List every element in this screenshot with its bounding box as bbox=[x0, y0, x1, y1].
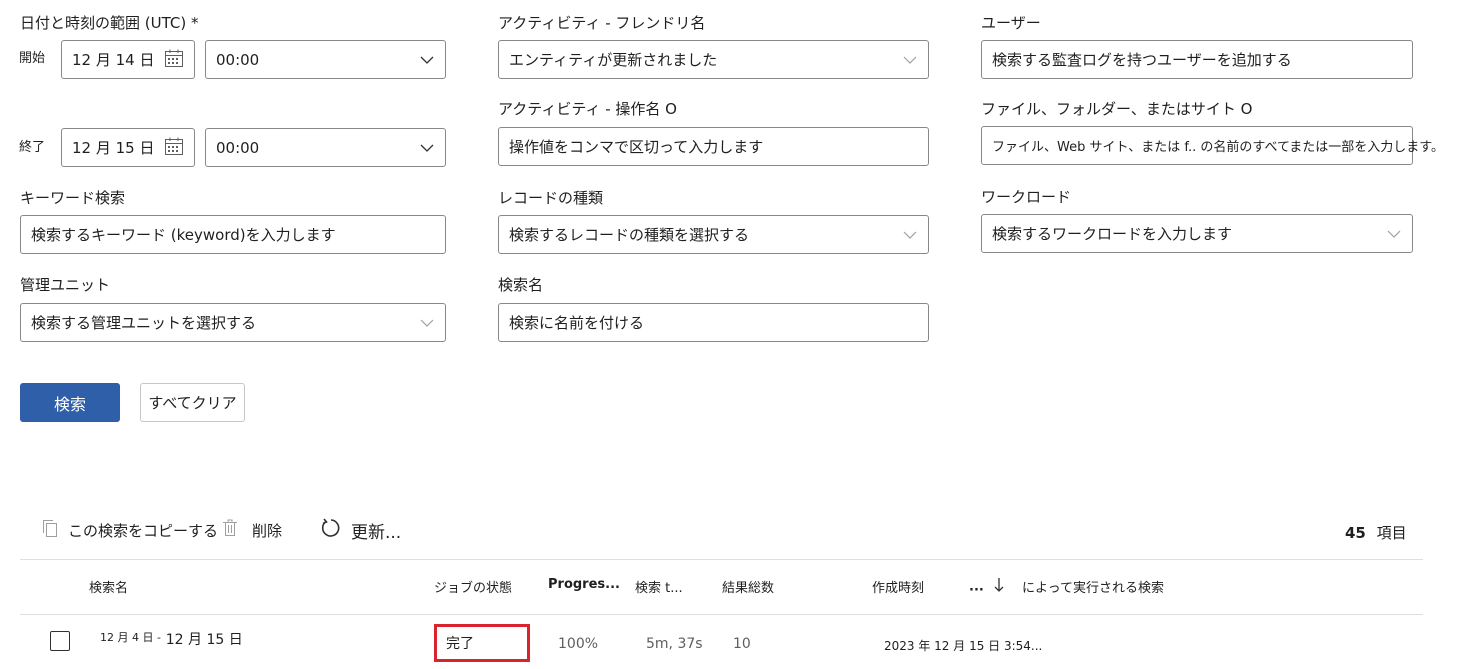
activity-operation-placeholder: 操作値をコンマで区切って入力します bbox=[509, 138, 764, 156]
delete-button[interactable]: 削除 bbox=[220, 518, 282, 542]
chevron-down-icon bbox=[419, 315, 435, 331]
refresh-button[interactable]: 更新... bbox=[319, 516, 401, 545]
sort-down-arrow-icon bbox=[994, 577, 1004, 597]
end-date-picker[interactable]: 12 月 15 日 bbox=[61, 128, 195, 167]
files-placeholder: ファイル、Web サイト、または f.. の名前のすべてまたは一部を入力します。 bbox=[992, 140, 1444, 155]
column-header-progress[interactable]: Progres... bbox=[548, 577, 620, 592]
clear-all-button[interactable]: すべてクリア bbox=[140, 383, 245, 422]
column-header-sort[interactable]: ... bbox=[969, 577, 1004, 597]
item-count-number: 45 bbox=[1345, 524, 1366, 542]
column-header-run-by[interactable]: によって実行される検索 bbox=[1022, 577, 1164, 596]
column-header-total-results[interactable]: 結果総数 bbox=[722, 577, 774, 596]
column-header-created[interactable]: 作成時刻 bbox=[872, 577, 924, 596]
start-date-value: 12 月 14 日 bbox=[72, 51, 155, 69]
end-time-select[interactable]: 00:00 bbox=[205, 128, 446, 167]
activity-friendly-value: エンティティが更新されました bbox=[509, 51, 718, 69]
column-header-sort-label: ... bbox=[969, 579, 984, 595]
activity-friendly-label: アクティビティ - フレンドリ名 bbox=[498, 14, 706, 32]
item-count-unit: 項目 bbox=[1376, 524, 1407, 542]
table-row[interactable]: 12 月 4 日 - 12 月 15 日 完了 100% 5m, 37s 10 … bbox=[20, 615, 1423, 669]
row-progress: 100% bbox=[558, 636, 599, 652]
search-name-placeholder: 検索に名前を付ける bbox=[509, 314, 645, 332]
item-count: 45 項目 bbox=[1345, 522, 1407, 543]
workload-placeholder: 検索するワークロードを入力します bbox=[992, 225, 1233, 243]
row-status: 完了 bbox=[434, 624, 530, 662]
column-header-search-time[interactable]: 検索 t... bbox=[635, 577, 683, 596]
row-name-prefix: 12 月 4 日 - bbox=[100, 631, 161, 644]
admin-unit-label: 管理ユニット bbox=[20, 276, 111, 294]
trash-icon bbox=[220, 518, 240, 542]
start-label: 開始 bbox=[19, 51, 46, 66]
calendar-icon[interactable] bbox=[164, 136, 184, 160]
files-label: ファイル、フォルダー、またはサイト O bbox=[981, 100, 1253, 118]
table-top-divider bbox=[20, 559, 1423, 560]
refresh-label: 更新... bbox=[351, 523, 402, 543]
keyword-label: キーワード検索 bbox=[20, 189, 126, 207]
end-date-value: 12 月 15 日 bbox=[72, 139, 155, 157]
row-checkbox[interactable] bbox=[50, 631, 70, 651]
row-total-results: 10 bbox=[733, 636, 751, 652]
activity-friendly-select[interactable]: エンティティが更新されました bbox=[498, 40, 929, 79]
workload-label: ワークロード bbox=[981, 188, 1072, 206]
start-time-value: 00:00 bbox=[216, 50, 260, 69]
keyword-placeholder: 検索するキーワード (keyword)を入力します bbox=[31, 226, 336, 244]
users-placeholder: 検索する監査ログを持つユーザーを追加する bbox=[992, 51, 1292, 69]
admin-unit-select[interactable]: 検索する管理ユニットを選択する bbox=[20, 303, 446, 342]
record-type-placeholder: 検索するレコードの種類を選択する bbox=[509, 226, 750, 244]
chevron-down-icon bbox=[419, 140, 435, 156]
chevron-down-icon bbox=[902, 52, 918, 68]
workload-select[interactable]: 検索するワークロードを入力します bbox=[981, 214, 1413, 253]
record-type-select[interactable]: 検索するレコードの種類を選択する bbox=[498, 215, 929, 254]
chevron-down-icon bbox=[902, 227, 918, 243]
end-label: 終了 bbox=[19, 140, 46, 155]
users-label: ユーザー bbox=[981, 14, 1041, 32]
row-name-value: 12 月 15 日 bbox=[165, 632, 243, 648]
column-header-job-status[interactable]: ジョブの状態 bbox=[434, 577, 512, 596]
chevron-down-icon bbox=[419, 52, 435, 68]
chevron-down-icon bbox=[1386, 226, 1402, 242]
search-button[interactable]: 検索 bbox=[20, 383, 120, 422]
row-name[interactable]: 12 月 4 日 - 12 月 15 日 bbox=[100, 629, 243, 649]
users-input[interactable]: 検索する監査ログを持つユーザーを追加する bbox=[981, 40, 1413, 79]
keyword-input[interactable]: 検索するキーワード (keyword)を入力します bbox=[20, 215, 446, 254]
start-date-picker[interactable]: 12 月 14 日 bbox=[61, 40, 195, 79]
copy-search-button[interactable]: この検索をコピーする bbox=[40, 518, 218, 542]
admin-unit-placeholder: 検索する管理ユニットを選択する bbox=[31, 314, 257, 332]
date-range-label: 日付と時刻の範囲 (UTC) * bbox=[20, 14, 199, 32]
search-name-label: 検索名 bbox=[498, 276, 544, 294]
record-type-label: レコードの種類 bbox=[498, 189, 604, 207]
calendar-icon[interactable] bbox=[164, 48, 184, 72]
activity-operation-label: アクティビティ - 操作名 O bbox=[498, 100, 677, 118]
refresh-icon bbox=[319, 516, 343, 545]
start-time-select[interactable]: 00:00 bbox=[205, 40, 446, 79]
end-time-value: 00:00 bbox=[216, 138, 260, 157]
copy-search-label: この検索をコピーする bbox=[68, 521, 219, 540]
delete-label: 削除 bbox=[252, 521, 283, 540]
row-search-time: 5m, 37s bbox=[646, 636, 703, 652]
files-input[interactable]: ファイル、Web サイト、または f.. の名前のすべてまたは一部を入力します。 bbox=[981, 126, 1444, 165]
row-created: 2023 年 12 月 15 日 3:54... bbox=[884, 639, 1043, 653]
column-header-name[interactable]: 検索名 bbox=[89, 577, 128, 596]
copy-icon bbox=[40, 518, 60, 542]
activity-operation-input[interactable]: 操作値をコンマで区切って入力します bbox=[498, 127, 929, 166]
search-name-input[interactable]: 検索に名前を付ける bbox=[498, 303, 929, 342]
